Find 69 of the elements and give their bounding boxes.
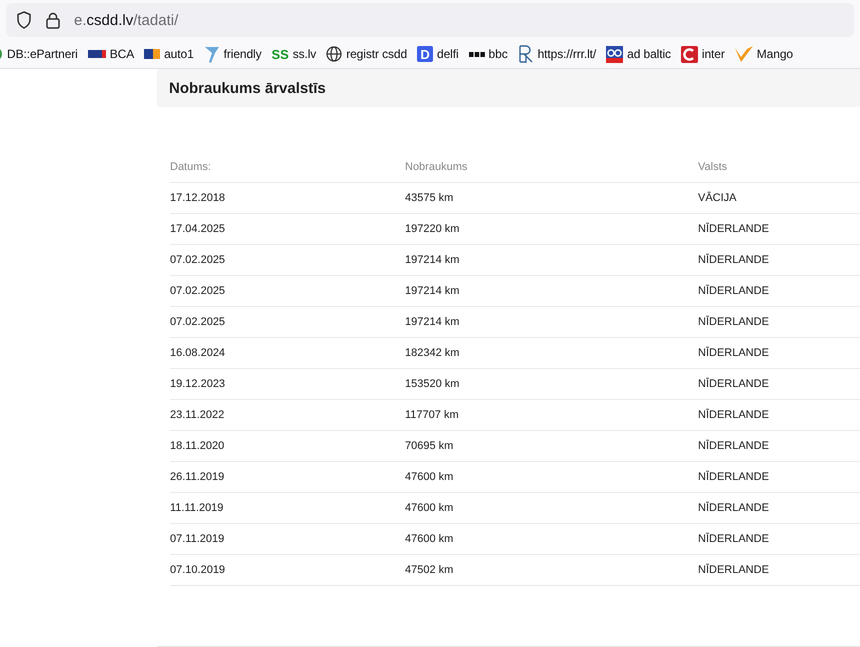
table-cell-text: 197214 km [405,285,460,297]
shield-icon [16,11,32,29]
table-cell-text: NĪDERLANDE [698,502,770,514]
table-cell-text: 47600 km [405,533,454,545]
table-cell-text: 07.02.2025 [170,285,226,297]
table-cell-text: 47600 km [405,471,454,483]
bookmark[interactable]: inter [680,46,725,62]
table-cell-text: 18.11.2020 [170,440,226,452]
bookmark[interactable]: D delfi [417,46,459,62]
table-cell-text: NĪDERLANDE [698,564,770,576]
table-cell-text: NĪDERLANDE [698,409,770,421]
blocks-icon [468,52,485,56]
column-header: Datums: [170,161,212,173]
table-cell-text: 07.10.2019 [170,564,226,576]
globe-icon [326,46,342,62]
bookmark[interactable]: auto1 [144,47,194,61]
tile-icon [680,46,698,62]
table-cell-text: 153520 km [405,378,460,390]
bookmark[interactable]: bbc [468,47,508,61]
table-cell-text: NĪDERLANDE [698,316,770,328]
table-cell-text: 16.08.2024 [170,347,226,359]
table-cell-text: 117707 km [405,409,460,421]
table-cell-text: 70695 km [405,440,454,452]
bookmark[interactable]: Mango [734,46,793,62]
bookmark[interactable]: friendly [204,45,262,63]
bookmark[interactable]: https://rrr.lt/ [518,45,596,63]
bookmark[interactable]: SS ss.lv [272,46,316,62]
table-cell-text: 11.11.2019 [170,502,224,514]
r-shape-icon [518,45,534,63]
table-cell-text: NĪDERLANDE [698,533,770,545]
logo-icon: D [417,46,434,62]
table-cell-text: 23.11.2022 [170,409,226,421]
table-cell-text: 26.11.2019 [170,471,226,483]
table-cell-text: 07.11.2019 [170,533,226,545]
column-header: Valsts [698,161,728,173]
table-cell-text: 07.02.2025 [170,316,226,328]
table-cell-text: NĪDERLANDE [698,254,770,266]
table-cell-text: 182342 km [405,347,460,359]
table-cell-text: VĀCIJA [698,192,738,204]
table-cell-text: 197214 km [405,254,460,266]
table-cell-text: 43575 km [405,192,454,204]
column-header: Nobraukums [405,161,468,173]
lock-icon [46,12,60,28]
flag-icon [88,50,106,58]
bookmark[interactable]: registr csdd [326,46,408,62]
table-cell-text: 197214 km [405,316,460,328]
table-cell-text: 47502 km [405,564,454,576]
bookmark[interactable]: BCA [88,47,134,61]
table-cell-text: NĪDERLANDE [698,285,770,297]
table-cell-text: 17.12.2018 [170,192,226,204]
table-cell-text: NĪDERLANDE [698,347,770,359]
table-cell-text: NĪDERLANDE [698,440,770,452]
bookmark[interactable]: ad baltic [606,46,671,62]
section-title: Nobraukums ārvalstīs [169,80,326,96]
badge-icon [144,49,160,59]
table-cell-text: 07.02.2025 [170,254,226,266]
url-text: e.csdd.lv/tadati/ [74,12,178,28]
table-cell-text: 19.12.2023 [170,378,226,390]
address-bar[interactable]: e.csdd.lv/tadati/ [6,3,854,37]
table-cell-text: 17.04.2025 [170,223,226,235]
bookmark[interactable]: DB::ePartneri [0,46,78,62]
table-cell-text: NĪDERLANDE [698,378,770,390]
logo-icon: SS [272,46,289,62]
table-cell-text: 47600 km [405,502,454,514]
chevron-icon [734,46,753,62]
table-cell-text: 197220 km [405,223,460,235]
table-cell-text: NĪDERLANDE [698,471,770,483]
tile-icon [606,46,624,62]
table-cell-text: NĪDERLANDE [698,223,770,235]
